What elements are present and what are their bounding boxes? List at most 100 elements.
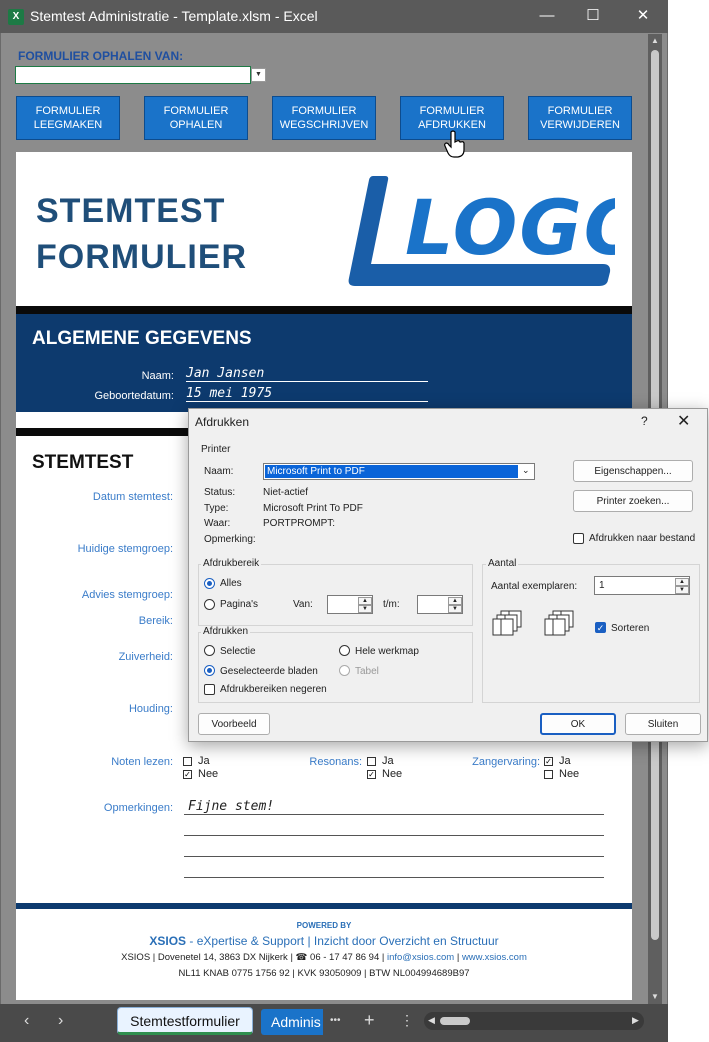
remarks-line — [184, 877, 604, 878]
notes-reading-nee-checkbox[interactable]: ✓ — [183, 770, 192, 779]
purity-label: Zuiverheid: — [118, 651, 173, 663]
scroll-up-icon[interactable]: ▲ — [651, 36, 659, 45]
type-value: Microsoft Print To PDF — [263, 503, 363, 514]
from-label: Van: — [293, 599, 313, 610]
title-bar: X Stemtest Administratie - Template.xlsm… — [0, 0, 668, 33]
table-label: Tabel — [355, 666, 379, 677]
button-line1: FORMULIER — [35, 105, 101, 117]
spin-up-icon[interactable]: ▲ — [675, 578, 689, 586]
status-label: Status: — [204, 487, 236, 498]
close-dialog-button[interactable]: Sluiten — [625, 713, 701, 735]
company-address: XSIOS | Dovenetel 14, 3863 DX Nijkerk | … — [16, 952, 632, 963]
print-range-label: Afdrukbereik — [201, 558, 262, 569]
copies-label: Aantal exemplaren: — [491, 581, 578, 592]
help-button[interactable]: ? — [641, 414, 648, 428]
table-radio[interactable] — [339, 665, 350, 676]
scroll-left-icon[interactable]: ◀ — [428, 1015, 435, 1026]
resonance-nee-checkbox[interactable]: ✓ — [367, 770, 376, 779]
entire-workbook-radio[interactable] — [339, 645, 350, 656]
where-label: Waar: — [204, 518, 231, 529]
prev-sheet-icon[interactable]: ‹ — [24, 1012, 29, 1030]
selection-radio[interactable] — [204, 645, 215, 656]
dialog-title: Afdrukken — [195, 415, 250, 429]
print-to-file-label: Afdrukken naar bestand — [589, 533, 696, 544]
email-link[interactable]: info@xsios.com — [387, 952, 454, 963]
status-value: Niet-actief — [263, 487, 309, 498]
button-line2: LEEGMAKEN — [33, 119, 103, 131]
remarks-value[interactable]: Fijne stem! — [188, 799, 274, 814]
form-title: STEMTEST FORMULIER — [36, 188, 247, 280]
horizontal-scroll-thumb[interactable] — [440, 1017, 470, 1025]
preview-button[interactable]: Voorbeeld — [198, 713, 270, 735]
company-tagline: XSIOS - eXpertise & Support | Inzicht do… — [16, 934, 632, 948]
find-printer-button[interactable]: Printer zoeken... — [573, 490, 693, 512]
footer-divider — [16, 903, 632, 909]
spin-up-icon[interactable]: ▲ — [448, 597, 462, 605]
website-link[interactable]: www.xsios.com — [462, 952, 527, 963]
from-page-input[interactable]: ▲ ▼ — [327, 595, 373, 614]
collate-pages-icon — [489, 609, 579, 650]
sheet-tab-stemtestformulier[interactable]: Stemtestformulier — [117, 1007, 253, 1035]
dialog-close-button[interactable]: ✕ — [677, 411, 690, 431]
scroll-down-icon[interactable]: ▼ — [651, 992, 659, 1001]
resonance-ja-checkbox[interactable] — [367, 757, 376, 766]
address-text: XSIOS | Dovenetel 14, 3863 DX Nijkerk | … — [121, 952, 387, 963]
fetch-form-button[interactable]: FORMULIER OPHALEN — [144, 96, 248, 140]
combobox-dropdown-button[interactable]: ▼ — [251, 68, 266, 82]
spin-up-icon[interactable]: ▲ — [358, 597, 372, 605]
copies-input[interactable]: 1 ▲ ▼ — [594, 576, 690, 595]
stemtest-heading: STEMTEST — [32, 452, 134, 473]
comment-label: Opmerking: — [204, 534, 256, 545]
name-value[interactable]: Jan Jansen — [186, 366, 428, 382]
ignore-print-areas-checkbox[interactable] — [204, 684, 215, 695]
close-button[interactable]: ✕ — [623, 4, 663, 28]
maximize-button[interactable]: ☐ — [573, 4, 613, 28]
sheet-tab-administratie[interactable]: Adminis — [261, 1009, 323, 1035]
printer-group-label: Printer — [199, 444, 233, 455]
sheet-menu-icon[interactable]: ⋮ — [400, 1012, 414, 1029]
singing-exp-ja-checkbox[interactable]: ✓ — [544, 757, 553, 766]
logo-graphic: LOGO — [348, 176, 648, 286]
scroll-right-icon[interactable]: ▶ — [632, 1015, 639, 1026]
button-line2: VERWIJDEREN — [540, 119, 620, 131]
fetch-form-combobox[interactable] — [15, 66, 251, 84]
notes-reading-ja-checkbox[interactable] — [183, 757, 192, 766]
next-sheet-icon[interactable]: › — [58, 1012, 63, 1030]
range-all-radio[interactable] — [204, 578, 215, 589]
printer-select[interactable]: Microsoft Print to PDF ⌄ — [263, 463, 535, 480]
ignore-print-areas-label: Afdrukbereiken negeren — [220, 684, 327, 695]
print-what-label: Afdrukken — [201, 626, 251, 637]
print-to-file-checkbox[interactable] — [573, 533, 584, 544]
form-title-line1: STEMTEST — [36, 192, 226, 230]
more-sheets-icon[interactable]: ••• — [330, 1015, 341, 1026]
range-pages-radio[interactable] — [204, 599, 215, 610]
button-line1: FORMULIER — [419, 105, 485, 117]
to-page-input[interactable]: ▲ ▼ — [417, 595, 463, 614]
minimize-button[interactable]: — — [527, 4, 567, 28]
add-sheet-icon[interactable]: + — [364, 1010, 375, 1031]
window-title: Stemtest Administratie - Template.xlsm -… — [30, 8, 318, 24]
copies-group-label: Aantal — [486, 558, 519, 569]
collate-checkbox[interactable]: ✓ — [595, 622, 606, 633]
properties-button[interactable]: Eigenschappen... — [573, 460, 693, 482]
printer-name-label: Naam: — [204, 466, 234, 477]
dob-value[interactable]: 15 mei 1975 — [186, 386, 428, 402]
spin-down-icon[interactable]: ▼ — [448, 605, 462, 613]
button-line1: FORMULIER — [547, 105, 613, 117]
section-divider — [16, 306, 632, 314]
spin-down-icon[interactable]: ▼ — [358, 605, 372, 613]
ok-button[interactable]: OK — [540, 713, 616, 735]
button-line2: OPHALEN — [169, 119, 223, 131]
selected-sheets-label: Geselecteerde bladen — [220, 666, 318, 677]
resonance-label: Resonans: — [309, 756, 362, 768]
button-line2: WEGSCHRIJVEN — [279, 119, 369, 131]
selected-sheets-radio[interactable] — [204, 665, 215, 676]
singing-exp-nee-checkbox[interactable] — [544, 770, 553, 779]
clear-form-button[interactable]: FORMULIER LEEGMAKEN — [16, 96, 120, 140]
delete-form-button[interactable]: FORMULIER VERWIJDEREN — [528, 96, 632, 140]
form-title-line2: FORMULIER — [36, 238, 248, 276]
general-heading: ALGEMENE GEGEVENS — [32, 328, 252, 349]
save-form-button[interactable]: FORMULIER WEGSCHRIJVEN — [272, 96, 376, 140]
spin-down-icon[interactable]: ▼ — [675, 586, 689, 594]
advice-group-label: Advies stemgroep: — [81, 589, 173, 601]
